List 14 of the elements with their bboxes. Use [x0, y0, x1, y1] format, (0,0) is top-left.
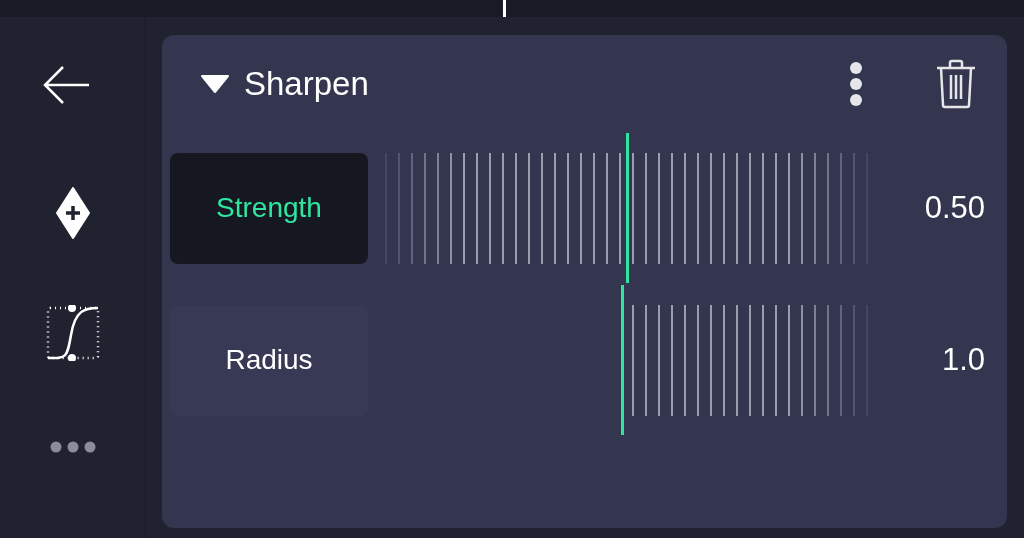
trash-icon[interactable] — [935, 59, 977, 109]
effect-title: Sharpen — [244, 64, 369, 105]
playhead-mark — [503, 0, 506, 17]
slider-indicator[interactable] — [626, 133, 629, 283]
slider-indicator[interactable] — [621, 285, 625, 435]
diamond-plus-icon[interactable] — [55, 187, 90, 239]
parameter-value: 1.0 — [941, 340, 985, 379]
parameter-value: 0.50 — [924, 188, 985, 227]
more-icon[interactable] — [849, 61, 863, 107]
curve-icon[interactable] — [44, 305, 101, 361]
more-icon[interactable] — [49, 441, 96, 453]
parameter-button[interactable]: Radius — [170, 304, 368, 416]
caret-icon[interactable] — [200, 74, 230, 94]
parameter-button[interactable]: Strength — [170, 152, 368, 264]
